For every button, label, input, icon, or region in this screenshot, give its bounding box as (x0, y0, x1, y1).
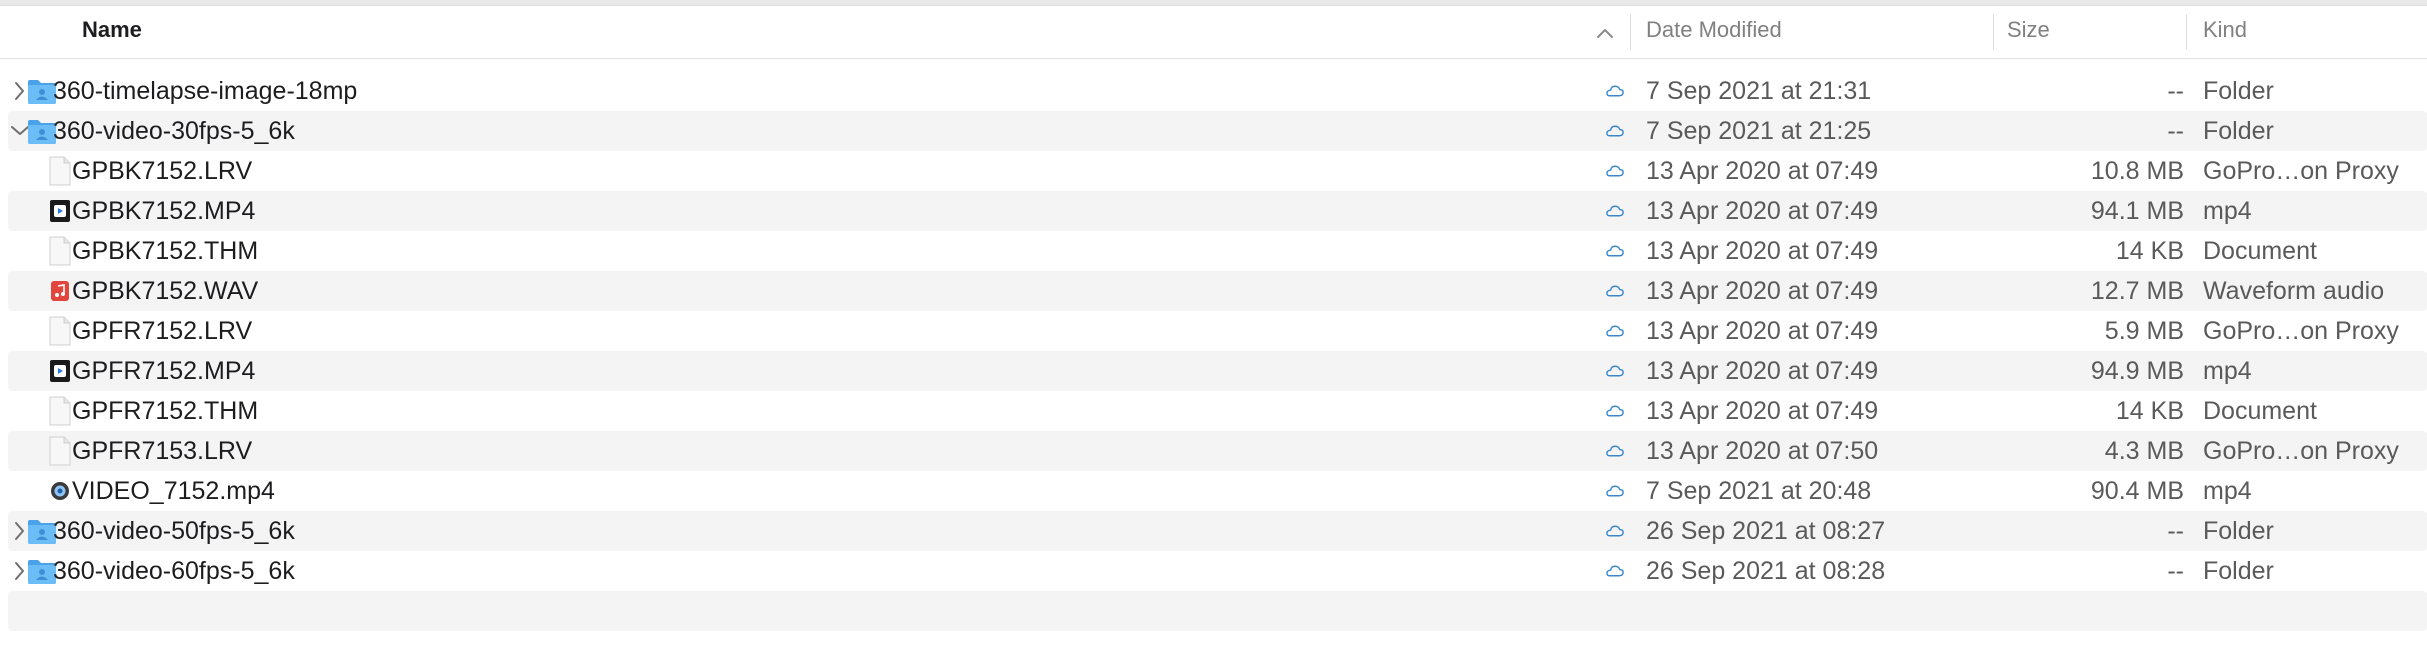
video-file-icon (48, 196, 72, 231)
file-kind: Document (2203, 397, 2317, 425)
icloud-icon[interactable] (1605, 124, 1625, 138)
date-modified: 13 Apr 2020 at 07:49 (1646, 237, 1879, 265)
file-row[interactable]: 360-video-50fps-5_6k 26 Sep 2021 at 08:27… (8, 511, 2427, 551)
date-modified: 13 Apr 2020 at 07:50 (1646, 437, 1879, 465)
column-header-kind[interactable]: Kind (2203, 6, 2247, 58)
date-modified: 13 Apr 2020 at 07:49 (1646, 197, 1879, 225)
icloud-icon[interactable] (1605, 404, 1625, 418)
file-size: 14 KB (2115, 397, 2184, 425)
date-modified: 7 Sep 2021 at 21:25 (1646, 117, 1872, 145)
empty-list-area (8, 591, 2427, 631)
file-row[interactable]: GPFR7152.THM 13 Apr 2020 at 07:49 14 KB Doc… (8, 391, 2427, 431)
icloud-icon[interactable] (1605, 244, 1625, 258)
column-divider[interactable] (1993, 14, 1994, 50)
file-name[interactable]: GPBK7152.MP4 (72, 191, 255, 231)
icloud-icon[interactable] (1605, 564, 1625, 578)
date-modified: 26 Sep 2021 at 08:27 (1646, 517, 1886, 545)
file-name[interactable]: 360-video-60fps-5_6k (53, 551, 295, 591)
file-size: 12.7 MB (2090, 277, 2184, 305)
file-kind: Folder (2203, 117, 2274, 145)
file-row[interactable]: GPBK7152.WAV 13 Apr 2020 at 07:49 12.7 MB W… (8, 271, 2427, 311)
icloud-icon[interactable] (1605, 84, 1625, 98)
file-size: -- (2167, 517, 2184, 545)
column-header-name[interactable]: Name (82, 6, 142, 58)
file-row[interactable]: 360-timelapse-image-18mp 7 Sep 2021 at 21… (8, 71, 2427, 111)
file-row[interactable]: 360-video-60fps-5_6k 26 Sep 2021 at 08:28… (8, 551, 2427, 591)
file-row[interactable]: GPFR7153.LRV 13 Apr 2020 at 07:50 4.3 MB Go… (8, 431, 2427, 471)
file-kind: mp4 (2203, 197, 2252, 225)
file-name[interactable]: GPFR7153.LRV (72, 431, 252, 471)
file-kind: Folder (2203, 557, 2274, 585)
file-row[interactable]: GPBK7152.LRV 13 Apr 2020 at 07:49 10.8 MB G… (8, 151, 2427, 191)
file-name[interactable]: GPBK7152.WAV (72, 271, 258, 311)
finder-list-view: Name Date Modified Size Kind 360-timelap… (0, 0, 2427, 645)
file-name[interactable]: 360-video-30fps-5_6k (53, 111, 295, 151)
column-header-size[interactable]: Size (2007, 6, 2050, 58)
file-name[interactable]: GPFR7152.LRV (72, 311, 252, 351)
date-modified: 13 Apr 2020 at 07:49 (1646, 157, 1879, 185)
document-icon (48, 156, 72, 191)
file-kind: Waveform audio (2203, 277, 2385, 305)
chevron-up-icon[interactable] (1596, 27, 1614, 39)
file-size: 94.1 MB (2090, 197, 2184, 225)
file-name[interactable]: 360-timelapse-image-18mp (53, 71, 357, 111)
file-kind: Folder (2203, 517, 2274, 545)
file-size: 94.9 MB (2090, 357, 2184, 385)
date-modified: 13 Apr 2020 at 07:49 (1646, 357, 1879, 385)
file-row[interactable]: GPFR7152.MP4 13 Apr 2020 at 07:49 94.9 MB m… (8, 351, 2427, 391)
audio-file-icon (48, 276, 72, 311)
column-divider[interactable] (2186, 14, 2187, 50)
icloud-icon[interactable] (1605, 284, 1625, 298)
file-size: 90.4 MB (2090, 477, 2184, 505)
file-name[interactable]: 360-video-50fps-5_6k (53, 511, 295, 551)
icloud-icon[interactable] (1605, 204, 1625, 218)
document-icon (48, 316, 72, 351)
file-name[interactable]: GPBK7152.THM (72, 231, 258, 271)
file-kind: mp4 (2203, 477, 2252, 505)
file-size: -- (2167, 117, 2184, 145)
date-modified: 13 Apr 2020 at 07:49 (1646, 397, 1879, 425)
icloud-icon[interactable] (1605, 164, 1625, 178)
file-kind: GoPro…on Proxy (2203, 437, 2399, 465)
document-icon (48, 436, 72, 471)
file-size: -- (2167, 557, 2184, 585)
file-size: 4.3 MB (2104, 437, 2184, 465)
file-row[interactable]: GPFR7152.LRV 13 Apr 2020 at 07:49 5.9 MB Go… (8, 311, 2427, 351)
file-kind: Document (2203, 237, 2317, 265)
file-size: 10.8 MB (2090, 157, 2184, 185)
document-icon (48, 236, 72, 271)
file-name[interactable]: GPFR7152.THM (72, 391, 258, 431)
file-row[interactable]: GPBK7152.THM 13 Apr 2020 at 07:49 14 KB Doc… (8, 231, 2427, 271)
file-size: 5.9 MB (2104, 317, 2184, 345)
icloud-icon[interactable] (1605, 484, 1625, 498)
file-kind: Folder (2203, 77, 2274, 105)
file-name[interactable]: VIDEO_7152.mp4 (72, 471, 275, 511)
file-row[interactable]: GPBK7152.MP4 13 Apr 2020 at 07:49 94.1 MB m… (8, 191, 2427, 231)
date-modified: 26 Sep 2021 at 08:28 (1646, 557, 1886, 585)
column-divider[interactable] (1630, 14, 1631, 50)
icloud-icon[interactable] (1605, 364, 1625, 378)
document-icon (48, 396, 72, 431)
date-modified: 7 Sep 2021 at 20:48 (1646, 477, 1872, 505)
file-size: -- (2167, 77, 2184, 105)
file-size: 14 KB (2115, 237, 2184, 265)
file-row[interactable]: VIDEO_7152.mp4 7 Sep 2021 at 20:48 90.4 MB… (8, 471, 2427, 511)
date-modified: 7 Sep 2021 at 21:31 (1646, 77, 1872, 105)
date-modified: 13 Apr 2020 at 07:49 (1646, 317, 1879, 345)
video-file-icon (48, 356, 72, 391)
file-name[interactable]: GPBK7152.LRV (72, 151, 252, 191)
file-kind: mp4 (2203, 357, 2252, 385)
quicktime-file-icon (48, 476, 72, 511)
file-kind: GoPro…on Proxy (2203, 157, 2399, 185)
column-header-date-modified[interactable]: Date Modified (1646, 6, 1782, 58)
icloud-icon[interactable] (1605, 324, 1625, 338)
column-header-bar: Name Date Modified Size Kind (0, 6, 2427, 59)
file-kind: GoPro…on Proxy (2203, 317, 2399, 345)
file-name[interactable]: GPFR7152.MP4 (72, 351, 255, 391)
file-row[interactable]: 360-video-30fps-5_6k 7 Sep 2021 at 21:25 -… (8, 111, 2427, 151)
icloud-icon[interactable] (1605, 524, 1625, 538)
icloud-icon[interactable] (1605, 444, 1625, 458)
date-modified: 13 Apr 2020 at 07:49 (1646, 277, 1879, 305)
